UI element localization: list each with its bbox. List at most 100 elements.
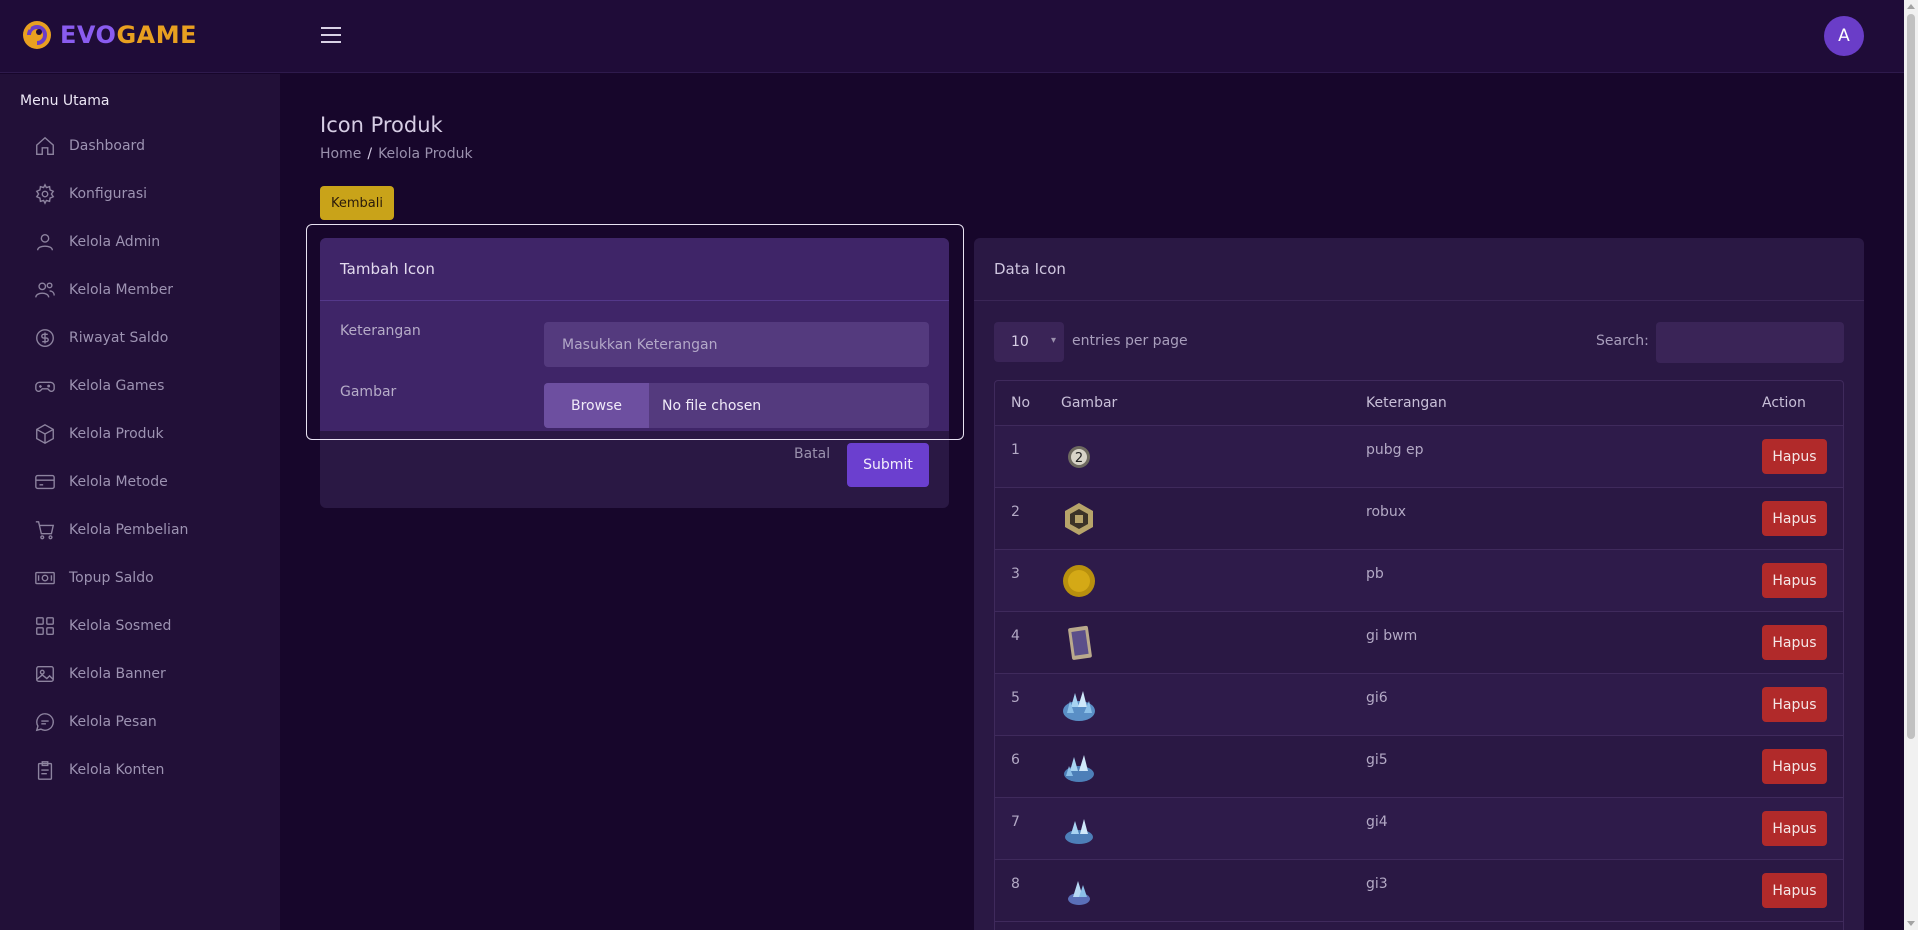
entries-value: 10 <box>1011 334 1029 350</box>
breadcrumb-current: Kelola Produk <box>378 146 473 162</box>
sidebar-item-topup-saldo[interactable]: Topup Saldo <box>34 564 154 592</box>
table-row: 6 gi5 Hapus <box>995 736 1843 798</box>
row-keterangan: gi4 <box>1366 814 1388 830</box>
logo-text: EVOGAME <box>60 21 197 49</box>
sidebar-title: Menu Utama <box>20 93 110 109</box>
column-header-no[interactable]: No <box>1011 395 1030 411</box>
avatar[interactable]: A <box>1824 16 1864 56</box>
delete-button[interactable]: Hapus <box>1762 873 1827 908</box>
gambar-file-input[interactable]: Browse No file chosen <box>544 383 929 428</box>
row-no: 4 <box>1011 628 1020 644</box>
sidebar-item-label: Konfigurasi <box>69 186 148 202</box>
table-row: 3 pb Hapus <box>995 550 1843 612</box>
sidebar-item-label: Dashboard <box>69 138 145 154</box>
add-icon-card: Tambah Icon Keterangan Gambar Browse No … <box>320 238 949 508</box>
column-header-action[interactable]: Action <box>1762 395 1806 411</box>
search-input[interactable] <box>1656 322 1844 363</box>
browse-button[interactable]: Browse <box>544 383 649 428</box>
sidebar-item-label: Topup Saldo <box>69 570 154 586</box>
table-row: 5 gi6 Hapus <box>995 674 1843 736</box>
sidebar-item-label: Riwayat Saldo <box>69 330 169 346</box>
icon-table: No Gambar Keterangan Action 1 2 pubg ep … <box>994 380 1844 930</box>
row-keterangan: gi bwm <box>1366 628 1418 644</box>
sidebar-item-kelola-pembelian[interactable]: Kelola Pembelian <box>34 516 188 544</box>
chevron-down-icon: ▾ <box>1050 335 1056 346</box>
delete-button[interactable]: Hapus <box>1762 687 1827 722</box>
logo[interactable]: EVOGAME <box>20 18 197 52</box>
row-keterangan: pb <box>1366 566 1384 582</box>
breadcrumb-home[interactable]: Home <box>320 146 361 162</box>
sidebar-item-kelola-produk[interactable]: Kelola Produk <box>34 420 164 448</box>
sidebar-item-kelola-banner[interactable]: Kelola Banner <box>34 660 166 688</box>
data-icon-card: Data Icon 10 ▾ entries per page Search: … <box>974 238 1864 930</box>
home-icon <box>36 136 54 155</box>
row-no: 5 <box>1011 690 1020 706</box>
sidebar-item-kelola-member[interactable]: Kelola Member <box>34 276 173 304</box>
sidebar-item-kelola-pesan[interactable]: Kelola Pesan <box>34 708 157 736</box>
dollar-circle-icon <box>36 329 54 347</box>
add-icon-form: Keterangan Gambar Browse No file chosen <box>320 301 949 431</box>
sidebar-item-label: Kelola Member <box>69 282 174 298</box>
row-no: 8 <box>1011 876 1020 892</box>
row-no: 3 <box>1011 566 1020 582</box>
sidebar-item-label: Kelola Admin <box>69 234 161 250</box>
gambar-label: Gambar <box>340 384 397 400</box>
entries-label: entries per page <box>1072 333 1188 349</box>
sidebar-item-dashboard[interactable]: Dashboard <box>34 132 145 160</box>
box-icon <box>36 424 54 444</box>
sidebar-item-label: Kelola Konten <box>69 762 165 778</box>
keterangan-input[interactable] <box>544 322 929 367</box>
row-keterangan: pubg ep <box>1366 442 1424 458</box>
add-icon-card-title: Tambah Icon <box>320 238 949 301</box>
back-button[interactable]: Kembali <box>320 186 394 220</box>
sidebar-item-label: Kelola Pembelian <box>69 522 189 538</box>
sidebar-item-kelola-admin[interactable]: Kelola Admin <box>34 228 160 256</box>
scrollbar-thumb[interactable] <box>1907 14 1915 739</box>
table-row: 4 gi bwm Hapus <box>995 612 1843 674</box>
row-keterangan: gi3 <box>1366 876 1388 892</box>
delete-button[interactable]: Hapus <box>1762 439 1827 474</box>
sidebar-item-riwayat-saldo[interactable]: Riwayat Saldo <box>34 324 168 352</box>
entries-per-page-select[interactable]: 10 ▾ <box>994 322 1064 362</box>
gamepad-icon <box>35 381 55 392</box>
card-icon <box>1068 625 1092 660</box>
delete-button[interactable]: Hapus <box>1762 625 1827 660</box>
delete-button[interactable]: Hapus <box>1762 563 1827 598</box>
row-keterangan: robux <box>1366 504 1407 520</box>
sidebar-item-kelola-konten[interactable]: Kelola Konten <box>34 756 164 784</box>
breadcrumb: Home / Kelola Produk <box>320 146 473 162</box>
cart-icon <box>35 521 55 540</box>
column-header-gambar[interactable]: Gambar <box>1061 395 1117 411</box>
scroll-down-icon[interactable] <box>1907 921 1915 926</box>
row-keterangan: gi6 <box>1366 690 1388 706</box>
sidebar: Menu Utama Dashboard Konfigurasi Kelola … <box>0 74 280 930</box>
menu-toggle-icon[interactable] <box>321 27 341 45</box>
sidebar-item-label: Kelola Pesan <box>69 714 157 730</box>
submit-button[interactable]: Submit <box>847 443 929 487</box>
crystal-icon <box>1068 881 1090 905</box>
scroll-up-icon[interactable] <box>1907 4 1915 9</box>
delete-button[interactable]: Hapus <box>1762 749 1827 784</box>
page-scrollbar[interactable] <box>1904 0 1918 930</box>
sidebar-item-kelola-games[interactable]: Kelola Games <box>34 372 164 400</box>
row-keterangan: gi5 <box>1366 752 1388 768</box>
column-header-keterangan[interactable]: Keterangan <box>1366 395 1447 411</box>
sidebar-item-konfigurasi[interactable]: Konfigurasi <box>34 180 147 208</box>
logo-prefix: EVO <box>60 21 117 49</box>
table-row: 2 robux Hapus <box>995 488 1843 550</box>
row-no: 1 <box>1011 442 1020 458</box>
cancel-button[interactable]: Batal <box>794 446 830 462</box>
file-status: No file chosen <box>662 397 762 414</box>
delete-button[interactable]: Hapus <box>1762 811 1827 846</box>
crystal-pile-icon <box>1063 691 1095 721</box>
coin-icon <box>1063 565 1095 597</box>
sidebar-item-kelola-metode[interactable]: Kelola Metode <box>34 468 168 496</box>
row-no: 7 <box>1011 814 1020 830</box>
grid-icon <box>36 617 54 635</box>
table-row: 8 gi3 Hapus <box>995 860 1843 922</box>
pubg-icon: 2 <box>1068 446 1090 468</box>
crystal-pile-icon <box>1064 755 1094 782</box>
sidebar-item-kelola-sosmed[interactable]: Kelola Sosmed <box>34 612 171 640</box>
delete-button[interactable]: Hapus <box>1762 501 1827 536</box>
sidebar-item-label: Kelola Games <box>69 378 165 394</box>
